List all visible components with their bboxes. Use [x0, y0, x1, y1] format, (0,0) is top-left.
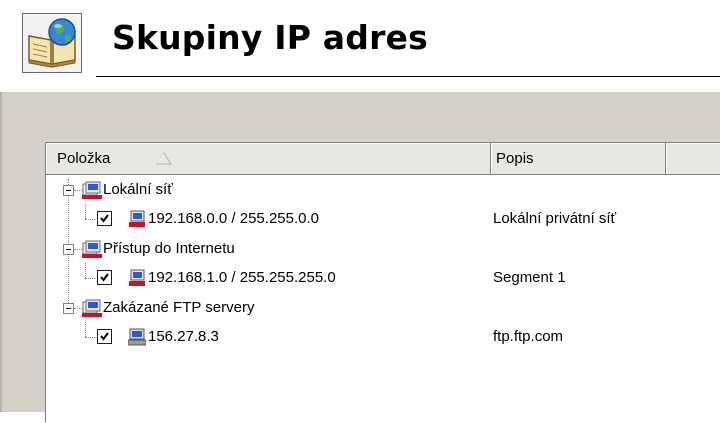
sort-ascending-icon	[156, 152, 172, 165]
item-address: 192.168.1.0 / 255.255.255.0	[148, 269, 336, 286]
tree-body: Lokální síť 192.168.0.0 / 255.255.0.0 Lo…	[46, 175, 720, 423]
item-address: 156.27.8.3	[148, 328, 219, 345]
tree-guide-line	[74, 190, 82, 191]
tree-group-row[interactable]: Lokální síť	[46, 175, 720, 205]
collapse-icon[interactable]	[63, 244, 74, 255]
tree-guide-line	[85, 204, 86, 219]
item-description: ftp.ftp.com	[493, 328, 564, 345]
group-label: Přístup do Internetu	[103, 240, 235, 257]
book-globe-icon	[22, 13, 82, 73]
column-header-label: Popis	[496, 150, 534, 167]
item-checkbox[interactable]	[97, 211, 112, 226]
tree-item-row[interactable]: 192.168.0.0 / 255.255.0.0 Lokální privát…	[46, 204, 720, 234]
tree-item-row[interactable]: 192.168.1.0 / 255.255.255.0 Segment 1	[46, 263, 720, 293]
panel-edge	[0, 92, 2, 412]
tree-guide-line	[74, 308, 82, 309]
settings-panel: Položka Popis Lokální síť 192.168.0.0 / …	[0, 92, 720, 422]
network-range-icon	[129, 210, 145, 227]
tree-guide-line	[85, 337, 95, 338]
item-checkbox[interactable]	[97, 270, 112, 285]
network-range-icon	[129, 269, 145, 286]
collapse-icon[interactable]	[63, 185, 74, 196]
group-label: Zakázané FTP servery	[103, 299, 255, 316]
tree-item-row[interactable]: 156.27.8.3 ftp.ftp.com	[46, 322, 720, 352]
tree-guide-line	[85, 263, 86, 278]
tree-guide-line	[85, 219, 95, 220]
tree-group-row[interactable]: Zakázané FTP servery	[46, 293, 720, 323]
network-group-icon	[82, 181, 102, 199]
header-divider	[96, 76, 720, 77]
collapse-icon[interactable]	[63, 303, 74, 314]
item-checkbox[interactable]	[97, 329, 112, 344]
page-title: Skupiny IP adres	[112, 18, 428, 57]
network-group-icon	[82, 240, 102, 258]
column-header-empty[interactable]	[666, 143, 720, 175]
item-address: 192.168.0.0 / 255.255.0.0	[148, 210, 319, 227]
item-description: Lokální privátní síť	[493, 210, 617, 227]
tree-guide-line	[85, 278, 95, 279]
group-label: Lokální síť	[103, 181, 173, 198]
computer-host-icon	[128, 328, 146, 346]
tree-guide-line	[74, 249, 82, 250]
tree-group-row[interactable]: Přístup do Internetu	[46, 234, 720, 264]
tree-guide-line	[85, 322, 86, 337]
ip-groups-list[interactable]: Položka Popis Lokální síť 192.168.0.0 / …	[45, 142, 720, 422]
network-group-icon	[82, 299, 102, 317]
column-header-popis[interactable]: Popis	[491, 143, 666, 175]
page-header: Skupiny IP adres	[0, 0, 720, 92]
item-description: Segment 1	[493, 269, 566, 286]
column-header-polozka[interactable]: Položka	[46, 143, 491, 175]
column-header-label: Položka	[57, 150, 111, 167]
